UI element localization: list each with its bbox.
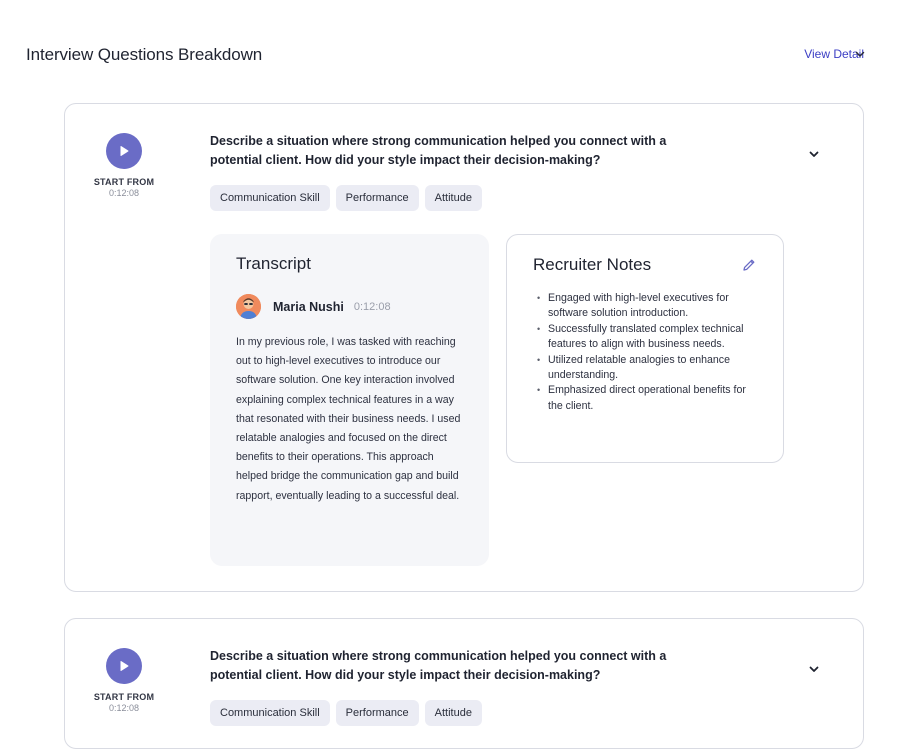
tag-list: Communication Skill Performance Attitude xyxy=(210,185,482,211)
start-from-label: START FROM xyxy=(93,692,155,702)
start-time: 0:12:08 xyxy=(108,703,140,713)
transcript-panel: Transcript Maria Nushi 0:12:08 In my pre… xyxy=(210,234,489,566)
chevron-down-icon[interactable] xyxy=(807,147,821,161)
question-card: START FROM 0:12:08 Describe a situation … xyxy=(64,103,864,592)
tag: Performance xyxy=(335,185,419,211)
play-icon xyxy=(120,146,129,156)
play-button[interactable] xyxy=(106,133,142,169)
tag: Attitude xyxy=(424,185,482,211)
pencil-icon[interactable] xyxy=(741,257,757,273)
chevron-down-icon[interactable] xyxy=(807,662,821,676)
recruiter-notes-panel: Recruiter Notes Engaged with high-level … xyxy=(506,234,784,463)
note-item: Emphasized direct operational benefits f… xyxy=(533,383,757,414)
note-item: Engaged with high-level executives for s… xyxy=(533,291,757,322)
tag: Communication Skill xyxy=(210,185,330,211)
start-from-label: START FROM xyxy=(93,177,155,187)
note-item: Successfully translated complex technica… xyxy=(533,322,757,353)
start-from-block: START FROM 0:12:08 xyxy=(91,648,157,713)
recruiter-notes-title: Recruiter Notes xyxy=(533,255,652,274)
start-time: 0:12:08 xyxy=(108,188,140,198)
transcript-title: Transcript xyxy=(236,254,311,273)
tag: Communication Skill xyxy=(210,700,330,726)
tag-list: Communication Skill Performance Attitude xyxy=(210,700,482,726)
transcript-text: In my previous role, I was tasked with r… xyxy=(236,336,461,502)
avatar xyxy=(236,294,261,319)
play-icon xyxy=(120,661,129,671)
tag: Performance xyxy=(335,700,419,726)
speaker-row: Maria Nushi 0:12:08 xyxy=(236,294,463,319)
play-button[interactable] xyxy=(106,648,142,684)
start-from-block: START FROM 0:12:08 xyxy=(91,133,157,198)
question-card: START FROM 0:12:08 Describe a situation … xyxy=(64,618,864,749)
question-text: Describe a situation where strong commun… xyxy=(210,134,667,167)
page-title: Interview Questions Breakdown xyxy=(26,45,263,64)
question-text: Describe a situation where strong commun… xyxy=(210,649,667,682)
note-item: Utilized relatable analogies to enhance … xyxy=(533,353,757,384)
chevron-down-icon[interactable] xyxy=(854,48,866,60)
notes-list: Engaged with high-level executives for s… xyxy=(533,291,757,414)
tag: Attitude xyxy=(424,700,482,726)
speaker-name: Maria Nushi xyxy=(273,299,344,314)
speaker-timestamp[interactable]: 0:12:08 xyxy=(354,301,391,313)
